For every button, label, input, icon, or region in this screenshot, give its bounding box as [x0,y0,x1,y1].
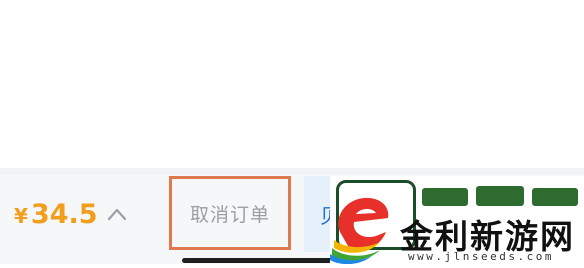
bar-divider [0,168,584,174]
site-logo-icon [330,188,402,268]
chevron-up-icon[interactable] [107,206,127,225]
total-price: 34.5 [30,198,98,230]
order-content-area [0,0,584,168]
watermark-green-text-icon [422,186,578,206]
price-summary-toggle[interactable]: ¥ 34.5 [14,198,127,230]
cancel-order-button[interactable]: 取消订单 [169,176,291,250]
watermark-url: www.jlnseeds.com [408,250,554,263]
currency-symbol: ¥ [14,204,28,228]
site-watermark: 金利新游网 www.jlnseeds.com [330,176,584,265]
home-indicator [182,258,332,263]
